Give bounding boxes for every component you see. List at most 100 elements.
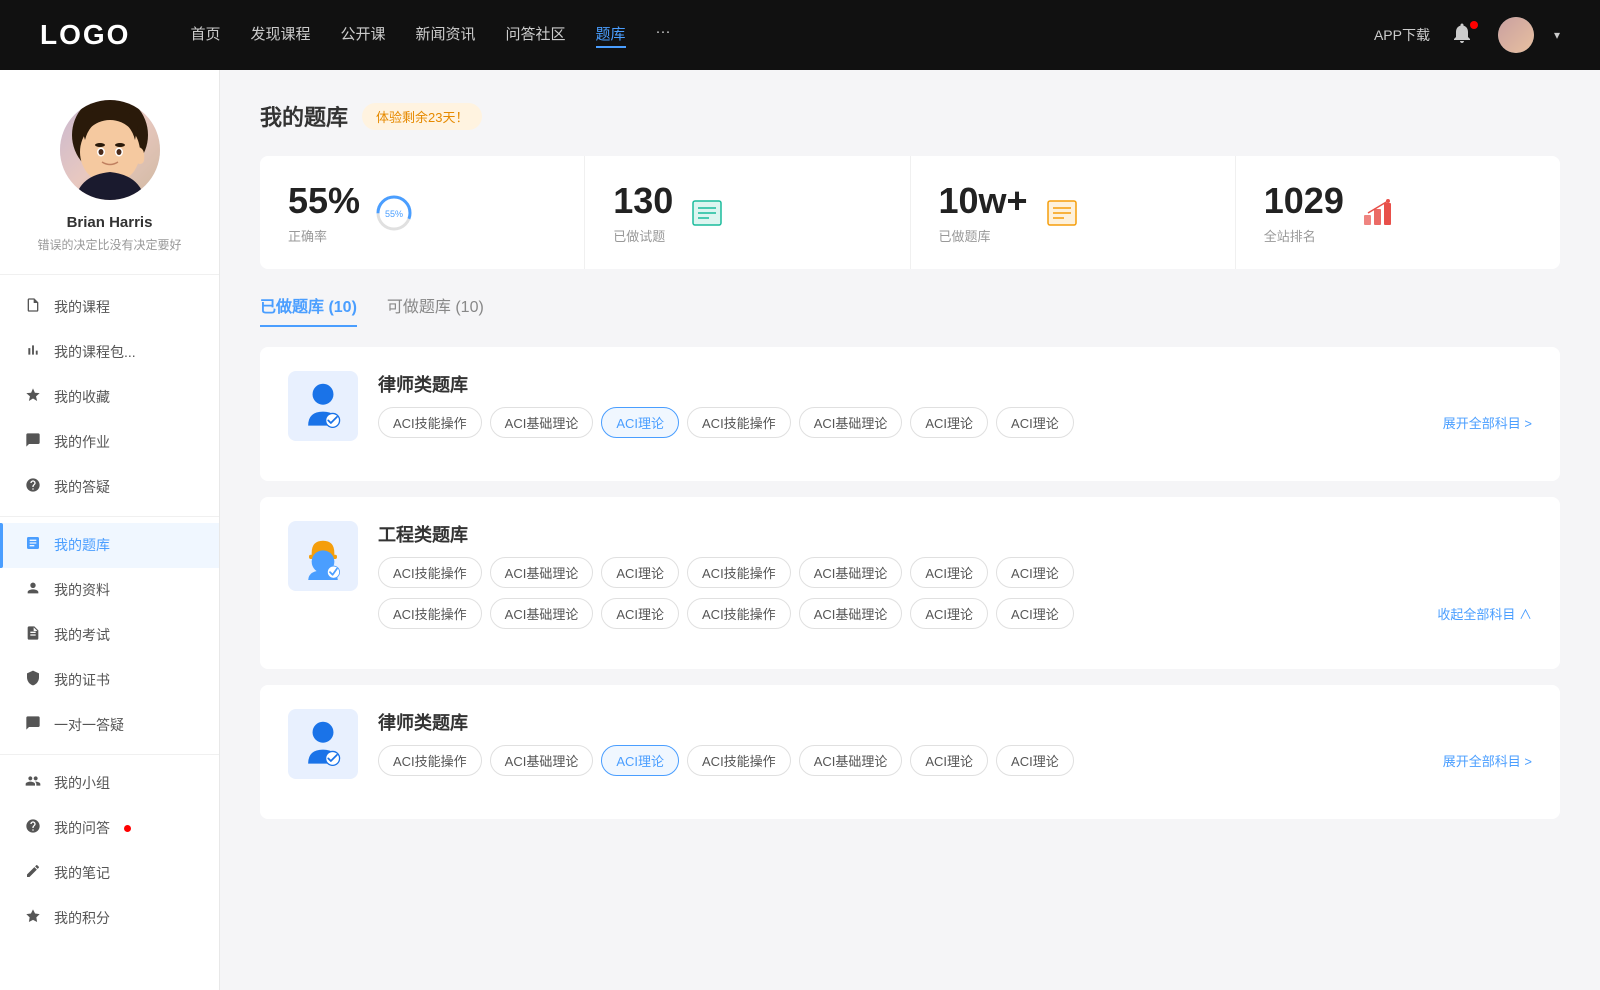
tag-eng-0[interactable]: ACI技能操作 (378, 557, 482, 588)
nav-open-course[interactable]: 公开课 (340, 23, 385, 48)
tags-engineer-row2: ACI技能操作 ACI基础理论 ACI理论 ACI技能操作 ACI基础理论 AC… (378, 598, 1427, 629)
sidebar-item-profile[interactable]: 我的资料 (0, 568, 219, 613)
sidebar-item-notes[interactable]: 我的笔记 (0, 851, 219, 896)
sidebar-label-homework: 我的作业 (54, 432, 110, 452)
bank-title-engineer: 工程类题库 (378, 521, 1532, 547)
tag-lawyer2-1[interactable]: ACI基础理论 (490, 745, 594, 776)
avatar-chevron-icon[interactable]: ▾ (1554, 28, 1560, 42)
tag-eng-1[interactable]: ACI基础理论 (490, 557, 594, 588)
tag-lawyer2-2[interactable]: ACI理论 (601, 745, 679, 776)
profile-bio: 错误的决定比没有决定要好 (37, 237, 181, 254)
bank-card-engineer: 工程类题库 ACI技能操作 ACI基础理论 ACI理论 ACI技能操作 ACI基… (260, 497, 1560, 669)
tag-eng2-2[interactable]: ACI理论 (601, 598, 679, 629)
done-questions-value: 130 (613, 180, 673, 222)
sidebar-item-homework[interactable]: 我的作业 (0, 420, 219, 465)
tag-lawyer2-6[interactable]: ACI理论 (996, 745, 1074, 776)
tag-eng-4[interactable]: ACI基础理论 (799, 557, 903, 588)
app-download-button[interactable]: APP下载 (1374, 25, 1430, 45)
tag-eng2-3[interactable]: ACI技能操作 (687, 598, 791, 629)
nav-question-bank[interactable]: 题库 (596, 23, 626, 48)
sidebar-item-favorites[interactable]: 我的收藏 (0, 375, 219, 420)
sidebar-label-notes: 我的笔记 (54, 863, 110, 883)
profile-name: Brian Harris (67, 214, 153, 231)
tag-lawyer-1-2[interactable]: ACI理论 (601, 407, 679, 438)
tag-lawyer2-5[interactable]: ACI理论 (910, 745, 988, 776)
avatar[interactable] (1498, 17, 1534, 53)
my-qa-icon (24, 818, 42, 839)
sidebar-label-course: 我的课程 (54, 297, 110, 317)
tag-lawyer-1-6[interactable]: ACI理论 (996, 407, 1074, 438)
tag-lawyer2-3[interactable]: ACI技能操作 (687, 745, 791, 776)
done-banks-label: 已做题库 (939, 226, 1028, 245)
tab-available-banks[interactable]: 可做题库 (10) (387, 293, 484, 327)
accuracy-value: 55% (288, 180, 360, 222)
sidebar: Brian Harris 错误的决定比没有决定要好 我的课程 我的课程包... (0, 70, 220, 990)
collapse-engineer[interactable]: 收起全部科目 ∧ (1437, 604, 1532, 623)
sidebar-item-my-qa[interactable]: 我的问答 (0, 806, 219, 851)
sidebar-label-favorites: 我的收藏 (54, 387, 110, 407)
question-bank-tabs: 已做题库 (10) 可做题库 (10) (260, 293, 1560, 327)
lawyer-icon-2 (288, 709, 358, 779)
sidebar-item-one-on-one[interactable]: 一对一答疑 (0, 703, 219, 748)
sidebar-label-course-package: 我的课程包... (54, 342, 136, 362)
done-questions-icon (687, 193, 727, 233)
done-banks-icon (1042, 193, 1082, 233)
points-icon (24, 908, 42, 929)
sidebar-item-course[interactable]: 我的课程 (0, 285, 219, 330)
tag-eng2-6[interactable]: ACI理论 (996, 598, 1074, 629)
sidebar-item-points[interactable]: 我的积分 (0, 896, 219, 941)
qa-notification-dot (124, 825, 131, 832)
tag-lawyer2-4[interactable]: ACI基础理论 (799, 745, 903, 776)
tags-expand-lawyer-2: ACI技能操作 ACI基础理论 ACI理论 ACI技能操作 ACI基础理论 AC… (378, 745, 1532, 776)
sidebar-label-group: 我的小组 (54, 773, 110, 793)
sidebar-item-certificate[interactable]: 我的证书 (0, 658, 219, 703)
expand-lawyer-1[interactable]: 展开全部科目 > (1443, 413, 1532, 432)
nav-right: APP下载 ▾ (1374, 17, 1560, 53)
tag-eng2-5[interactable]: ACI理论 (910, 598, 988, 629)
tag-eng-2[interactable]: ACI理论 (601, 557, 679, 588)
sidebar-item-course-package[interactable]: 我的课程包... (0, 330, 219, 375)
sidebar-item-exam[interactable]: 我的考试 (0, 613, 219, 658)
tag-lawyer2-0[interactable]: ACI技能操作 (378, 745, 482, 776)
sidebar-item-question-bank[interactable]: 我的题库 (0, 523, 219, 568)
sidebar-item-qa-answer[interactable]: 我的答疑 (0, 465, 219, 510)
expand-lawyer-2[interactable]: 展开全部科目 > (1443, 751, 1532, 770)
accuracy-icon: 55% (374, 193, 414, 233)
lawyer-icon-1 (288, 371, 358, 441)
tag-eng-6[interactable]: ACI理论 (996, 557, 1074, 588)
tag-lawyer-1-3[interactable]: ACI技能操作 (687, 407, 791, 438)
done-questions-label: 已做试题 (613, 226, 673, 245)
nav-news[interactable]: 新闻资讯 (416, 23, 476, 48)
tags-engineer-row2-expand: ACI技能操作 ACI基础理论 ACI理论 ACI技能操作 ACI基础理论 AC… (378, 598, 1532, 629)
stat-done-questions: 130 已做试题 (585, 156, 910, 269)
sidebar-label-one-on-one: 一对一答疑 (54, 715, 124, 735)
tag-eng2-1[interactable]: ACI基础理论 (490, 598, 594, 629)
tag-lawyer-1-0[interactable]: ACI技能操作 (378, 407, 482, 438)
tag-eng2-0[interactable]: ACI技能操作 (378, 598, 482, 629)
nav-qa[interactable]: 问答社区 (506, 23, 566, 48)
sidebar-label-qa-answer: 我的答疑 (54, 477, 110, 497)
logo: LOGO (40, 19, 130, 51)
tag-lawyer-1-1[interactable]: ACI基础理论 (490, 407, 594, 438)
nav-home[interactable]: 首页 (190, 23, 220, 48)
bank-card-lawyer-2-header: 律师类题库 ACI技能操作 ACI基础理论 ACI理论 ACI技能操作 ACI基… (288, 709, 1532, 779)
sidebar-item-group[interactable]: 我的小组 (0, 761, 219, 806)
tag-eng-3[interactable]: ACI技能操作 (687, 557, 791, 588)
sidebar-profile: Brian Harris 错误的决定比没有决定要好 (0, 100, 219, 275)
nav-discover[interactable]: 发现课程 (250, 23, 310, 48)
tags-lawyer-2: ACI技能操作 ACI基础理论 ACI理论 ACI技能操作 ACI基础理论 AC… (378, 745, 1443, 776)
qa-icon (24, 477, 42, 498)
rank-label: 全站排名 (1264, 226, 1344, 245)
bank-card-lawyer-2-info: 律师类题库 ACI技能操作 ACI基础理论 ACI理论 ACI技能操作 ACI基… (378, 709, 1532, 776)
bank-title-lawyer-2: 律师类题库 (378, 709, 1532, 735)
nav-more[interactable]: ··· (656, 23, 671, 48)
certificate-icon (24, 670, 42, 691)
tab-done-banks[interactable]: 已做题库 (10) (260, 293, 357, 327)
tag-eng-5[interactable]: ACI理论 (910, 557, 988, 588)
tag-lawyer-1-4[interactable]: ACI基础理论 (799, 407, 903, 438)
tag-eng2-4[interactable]: ACI基础理论 (799, 598, 903, 629)
tag-lawyer-1-5[interactable]: ACI理论 (910, 407, 988, 438)
engineer-icon (288, 521, 358, 591)
navigation: LOGO 首页 发现课程 公开课 新闻资讯 问答社区 题库 ··· APP下载 … (0, 0, 1600, 70)
notification-bell[interactable] (1450, 21, 1478, 49)
